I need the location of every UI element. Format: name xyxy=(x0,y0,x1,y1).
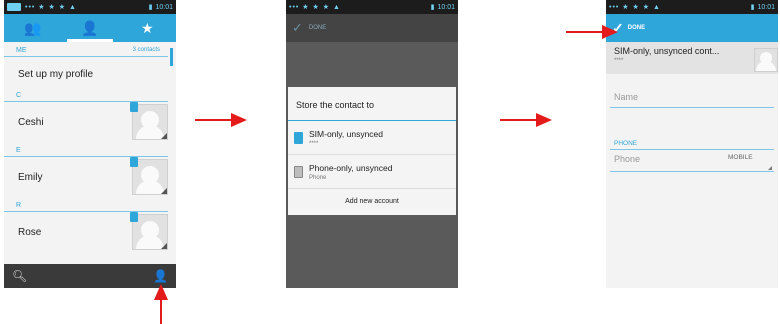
contact-name: Ceshi xyxy=(18,116,44,128)
section-header-letter: E xyxy=(4,142,168,157)
contact-item[interactable]: Rose xyxy=(4,212,176,252)
status-icons: ••• ★ ★ ★ ▲ xyxy=(609,4,661,11)
setup-profile-item[interactable]: Set up my profile xyxy=(4,57,176,87)
tab-groups[interactable]: 👥 xyxy=(4,14,61,42)
section-header-letter: R xyxy=(4,197,168,212)
contact-item[interactable]: Ceshi xyxy=(4,102,176,142)
contact-name: Rose xyxy=(18,226,42,238)
done-label: DONE xyxy=(627,25,646,31)
dialog-title: Store the contact to xyxy=(288,87,456,121)
signal-icon: ▮ xyxy=(430,4,435,11)
dimmed-header: ✓ DONE xyxy=(286,14,458,42)
avatar[interactable] xyxy=(130,157,168,195)
store-contact-dialog: Store the contact to SIM-only, unsynced *… xyxy=(288,87,456,215)
account-selector[interactable]: SIM-only, unsynced cont... **** xyxy=(606,42,778,74)
tab-favorites[interactable]: ★ xyxy=(119,14,176,42)
option-sim[interactable]: SIM-only, unsynced **** xyxy=(288,121,456,155)
status-bar: ••• ★ ★ ★ ▲ ▮ 10:01 xyxy=(286,0,458,14)
avatar[interactable] xyxy=(130,102,168,140)
scrollbar[interactable] xyxy=(170,48,173,66)
arrow-right-icon xyxy=(500,113,552,127)
contacts-screen: ••• ★ ★ ★ ▲ ▮ 10:01 👥 👤 ★ ME 3 contacts S… xyxy=(4,0,176,288)
tab-contacts[interactable]: 👤 xyxy=(61,14,118,42)
check-icon: ✓ xyxy=(292,20,303,35)
status-icons: ••• ★ ★ ★ ▲ xyxy=(289,4,341,11)
bottom-action-bar: 🔍︎ 👤 xyxy=(4,264,176,288)
signal-icon: ▮ xyxy=(750,4,755,11)
avatar[interactable] xyxy=(130,212,168,250)
phone-section-header: PHONE xyxy=(610,140,774,150)
new-contact-screen: ••• ★ ★ ★ ▲ ▮ 10:01 ✓ DONE SIM-only, unsy… xyxy=(606,0,778,288)
search-icon[interactable]: 🔍︎ xyxy=(12,269,27,283)
clock: 10:01 xyxy=(437,3,455,11)
phone-device-icon xyxy=(294,165,303,178)
clock: 10:01 xyxy=(155,3,173,11)
store-contact-screen: ••• ★ ★ ★ ▲ ▮ 10:01 ✓ DONE Store the cont… xyxy=(286,0,458,288)
arrow-up-icon xyxy=(154,284,168,324)
sim-tag-icon xyxy=(130,212,138,222)
done-label: DONE xyxy=(308,25,327,31)
status-icons: ••• ★ ★ ★ ▲ xyxy=(25,4,77,11)
person-icon: 👤 xyxy=(81,19,99,36)
contact-item[interactable]: Emily xyxy=(4,157,176,197)
groups-icon: 👥 xyxy=(23,19,42,36)
status-bar: ••• ★ ★ ★ ▲ ▮ 10:01 xyxy=(4,0,176,14)
option-phone[interactable]: Phone-only, unsynced Phone xyxy=(288,155,456,189)
section-header-me: ME 3 contacts xyxy=(4,42,168,57)
name-field[interactable]: Name xyxy=(610,86,774,108)
clock: 10:01 xyxy=(757,3,775,11)
arrow-right-icon xyxy=(566,25,618,39)
sim-tag-icon xyxy=(130,157,138,167)
section-header-letter: C xyxy=(4,87,168,102)
tab-bar: 👥 👤 ★ xyxy=(4,14,176,42)
sim-card-icon xyxy=(294,131,303,144)
signal-icon: ▮ xyxy=(148,4,153,11)
done-button[interactable]: ✓ DONE xyxy=(606,14,778,42)
status-bar: ••• ★ ★ ★ ▲ ▮ 10:01 xyxy=(606,0,778,14)
star-icon: ★ xyxy=(141,19,154,36)
phone-type-select[interactable]: MOBILE xyxy=(722,154,774,172)
sim-tag-icon xyxy=(130,102,138,112)
add-account-button[interactable]: Add new account xyxy=(288,189,456,205)
contact-count: 3 contacts xyxy=(132,47,160,53)
contact-name: Emily xyxy=(18,171,43,183)
notification-icon xyxy=(7,3,21,11)
phone-row: Phone MOBILE xyxy=(610,154,774,172)
add-contact-icon[interactable]: 👤 xyxy=(153,269,168,283)
arrow-right-icon xyxy=(195,113,247,127)
phone-field[interactable]: Phone xyxy=(610,154,722,172)
contact-photo[interactable] xyxy=(754,48,778,72)
